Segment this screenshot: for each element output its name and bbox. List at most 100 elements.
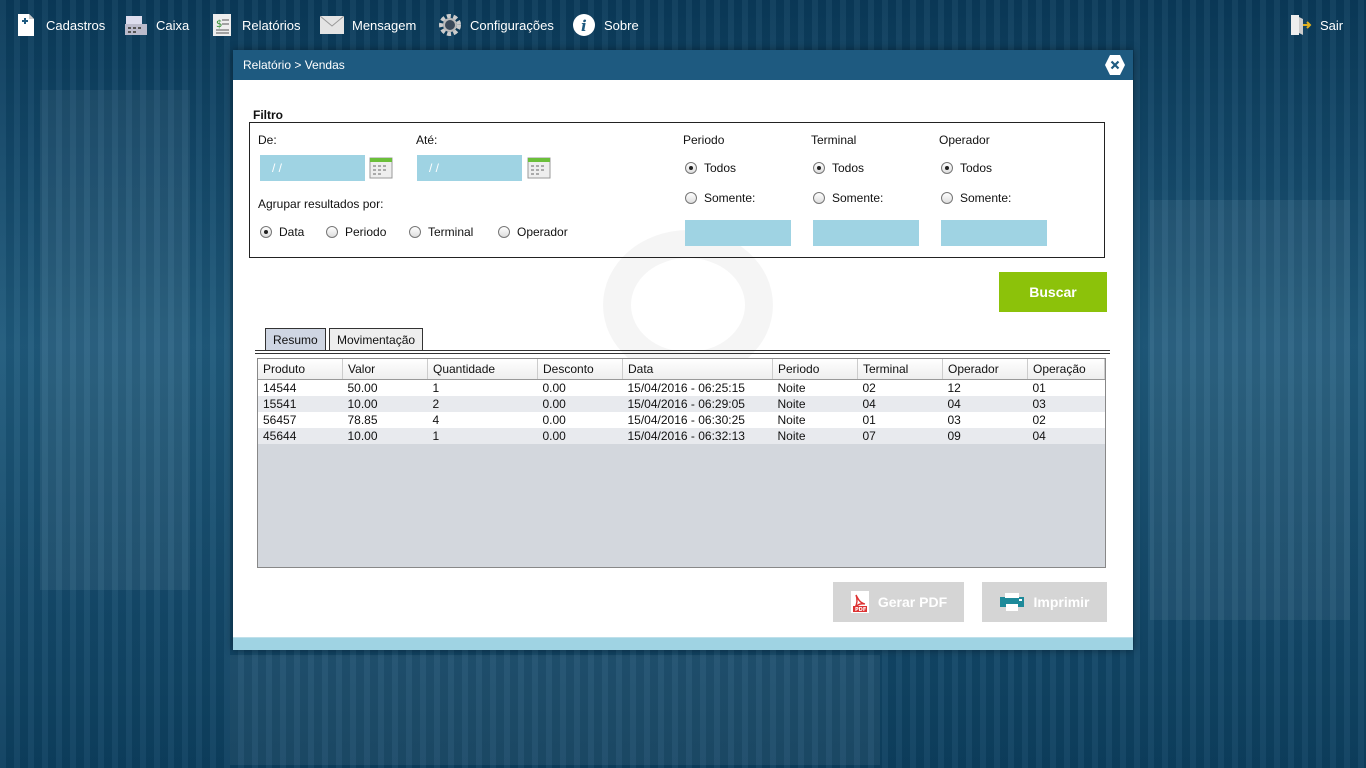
dialog-header: Relatório > Vendas xyxy=(233,50,1133,80)
menu-configuracoes[interactable]: Configurações xyxy=(438,12,554,38)
operador-todos-radio[interactable]: Todos xyxy=(941,161,992,175)
table-cell: 10.00 xyxy=(342,428,428,444)
table-cell: Noite xyxy=(772,396,858,412)
todos-label: Todos xyxy=(832,161,865,175)
table-cell: Noite xyxy=(772,379,858,396)
table-cell: 1 xyxy=(427,428,538,444)
menu-sobre[interactable]: i Sobre xyxy=(572,12,639,38)
radio-indicator xyxy=(813,192,825,204)
table-cell: 15/04/2016 - 06:25:15 xyxy=(622,379,773,396)
document-plus-icon xyxy=(14,13,38,37)
column-header[interactable]: Desconto xyxy=(537,359,623,380)
column-header[interactable]: Valor xyxy=(342,359,428,380)
agrupar-option-label: Terminal xyxy=(428,225,474,239)
menu-caixa[interactable]: Caixa xyxy=(124,12,189,38)
menu-cadastros-label: Cadastros xyxy=(46,17,106,33)
menu-cadastros[interactable]: Cadastros xyxy=(14,12,105,38)
table-cell: 03 xyxy=(942,412,1028,428)
table-row[interactable]: 14544 50.00 1 0.00 15/04/2016 - 06:25:15… xyxy=(258,379,1105,396)
ate-label: Até: xyxy=(416,133,438,147)
table-cell: 12 xyxy=(942,379,1028,396)
column-header[interactable]: Periodo xyxy=(772,359,858,380)
operador-somente-input[interactable] xyxy=(941,220,1047,246)
table-cell: 01 xyxy=(857,412,943,428)
radio-indicator xyxy=(685,192,697,204)
terminal-somente-radio[interactable]: Somente: xyxy=(813,191,883,205)
table-cell: 10.00 xyxy=(342,396,428,412)
column-header[interactable]: Data xyxy=(622,359,773,380)
periodo-todos-radio[interactable]: Todos xyxy=(685,161,736,175)
background-shelf xyxy=(40,90,190,590)
menu-sobre-label: Sobre xyxy=(604,17,639,33)
column-header[interactable]: Terminal xyxy=(857,359,943,380)
table-cell: 04 xyxy=(857,396,943,412)
table-cell: 50.00 xyxy=(342,379,428,396)
radio-indicator xyxy=(409,226,421,238)
report-icon: $ xyxy=(210,13,234,37)
filtro-legend: Filtro xyxy=(253,108,283,122)
table-row[interactable]: 45644 10.00 1 0.00 15/04/2016 - 06:32:13… xyxy=(258,428,1105,444)
menu-caixa-label: Caixa xyxy=(156,17,190,33)
todos-label: Todos xyxy=(704,161,737,175)
agrupar-operador-radio[interactable]: Operador xyxy=(498,225,568,239)
tab-resumo[interactable]: Resumo xyxy=(265,328,326,351)
periodo-somente-radio[interactable]: Somente: xyxy=(685,191,755,205)
table-row[interactable]: 15541 10.00 2 0.00 15/04/2016 - 06:29:05… xyxy=(258,396,1105,412)
table-cell: Noite xyxy=(772,428,858,444)
tab-movimentacao[interactable]: Movimentação xyxy=(329,328,424,351)
agrupar-terminal-radio[interactable]: Terminal xyxy=(409,225,473,239)
top-menu-bar: Cadastros Caixa $ Relatórios Mensagem Co… xyxy=(0,0,1366,50)
terminal-todos-radio[interactable]: Todos xyxy=(813,161,864,175)
gerar-pdf-label: Gerar PDF xyxy=(877,594,948,610)
menu-configuracoes-label: Configurações xyxy=(470,17,554,33)
table-cell: 15/04/2016 - 06:29:05 xyxy=(622,396,773,412)
table-cell: 07 xyxy=(857,428,943,444)
periodo-title: Periodo xyxy=(683,133,725,147)
cash-register-icon xyxy=(124,13,148,37)
table-cell: 15541 xyxy=(258,396,343,412)
calendar-icon[interactable] xyxy=(527,155,551,179)
filtro-group: De: Até: Agrupar resultados por: Data Pe… xyxy=(249,122,1105,258)
column-header[interactable]: Produto xyxy=(258,359,343,380)
radio-indicator xyxy=(498,226,510,238)
envelope-icon xyxy=(320,13,344,37)
table-cell: 09 xyxy=(942,428,1028,444)
operador-somente-radio[interactable]: Somente: xyxy=(941,191,1011,205)
table-cell: 02 xyxy=(1027,412,1105,428)
table-cell: 2 xyxy=(427,396,538,412)
table-row[interactable]: 56457 78.85 4 0.00 15/04/2016 - 06:30:25… xyxy=(258,412,1105,428)
table-cell: 14544 xyxy=(258,379,343,396)
table-cell: 02 xyxy=(857,379,943,396)
periodo-somente-input[interactable] xyxy=(685,220,791,246)
table-cell: 0.00 xyxy=(537,396,623,412)
ate-date-input[interactable] xyxy=(417,155,522,181)
menu-mensagem[interactable]: Mensagem xyxy=(320,12,416,38)
radio-indicator xyxy=(685,162,697,174)
svg-text:i: i xyxy=(581,17,587,35)
terminal-somente-input[interactable] xyxy=(813,220,919,246)
table-cell: 01 xyxy=(1027,379,1105,396)
gerar-pdf-button[interactable]: PDF Gerar PDF xyxy=(833,582,964,622)
breadcrumb: Relatório > Vendas xyxy=(243,58,345,72)
menu-relatorios[interactable]: $ Relatórios xyxy=(210,12,301,38)
calendar-icon[interactable] xyxy=(369,155,393,179)
menu-sair-label: Sair xyxy=(1320,17,1344,33)
resumo-table: Produto Valor Quantidade Desconto Data P… xyxy=(258,359,1105,444)
de-date-input[interactable] xyxy=(260,155,365,181)
imprimir-button[interactable]: Imprimir xyxy=(982,582,1107,622)
agrupar-periodo-radio[interactable]: Periodo xyxy=(326,225,386,239)
buscar-button[interactable]: Buscar xyxy=(999,272,1107,312)
exit-door-icon xyxy=(1288,13,1312,37)
column-header[interactable]: Operação xyxy=(1027,359,1105,380)
todos-label: Todos xyxy=(960,161,993,175)
agrupar-data-radio[interactable]: Data xyxy=(260,225,304,239)
menu-sair[interactable]: Sair xyxy=(1288,12,1343,38)
table-cell: 1 xyxy=(427,379,538,396)
close-icon[interactable] xyxy=(1104,54,1126,76)
column-header[interactable]: Quantidade xyxy=(427,359,538,380)
menu-relatorios-label: Relatórios xyxy=(242,17,301,33)
gear-icon xyxy=(438,13,462,37)
dialog-footer-bar xyxy=(233,637,1133,650)
column-header[interactable]: Operador xyxy=(942,359,1028,380)
table-cell: 04 xyxy=(942,396,1028,412)
